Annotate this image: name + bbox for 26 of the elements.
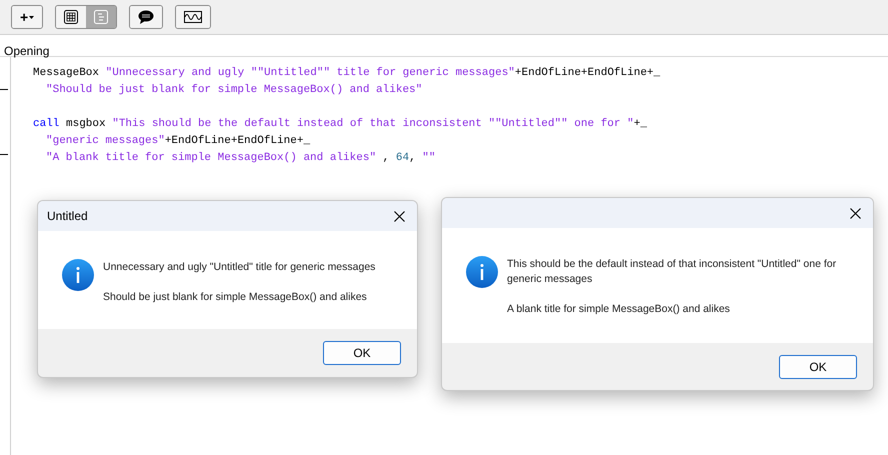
caret-icon bbox=[29, 16, 34, 18]
dialog-message: This should be the default instead of that inconsistent "Untitled" one for generic messages bbox=[507, 257, 838, 287]
dialog-message: Should be just blank for simple MessageBox() and alikes bbox=[103, 290, 368, 305]
code-line: "Should be just blank for simple MessageBox() and alikes" bbox=[45, 83, 424, 98]
toolbar-button[interactable] bbox=[176, 6, 210, 28]
toolbar-button[interactable] bbox=[56, 6, 86, 28]
ok-button[interactable]: OK bbox=[323, 341, 401, 365]
waveform-icon bbox=[184, 11, 202, 23]
close-icon bbox=[850, 208, 860, 218]
dialog-title: Untitled bbox=[47, 208, 88, 225]
dialog-message: Unnecessary and ugly "Untitled" title for generic messages bbox=[103, 260, 376, 275]
code-line: "generic messages"+EndOfLine+EndOfLine+_ bbox=[45, 134, 312, 149]
outline-icon bbox=[94, 10, 108, 24]
code-line: MessageBox "Unnecessary and ugly ""Untitled"" title for generic messages"+EndOfLine+EndOfLine+_ bbox=[33, 66, 660, 81]
code-line: "A blank title for simple MessageBox() and alikes" , 64, "" bbox=[45, 151, 436, 166]
close-icon bbox=[394, 210, 404, 222]
dialog-message: A blank title for simple MessageBox() and alikes bbox=[507, 302, 731, 317]
grid-icon bbox=[64, 10, 78, 24]
code-line: call msgbox "This should be the default instead of that inconsistent ""Untitled"" one for "+_ bbox=[33, 117, 648, 132]
add-button[interactable]: + bbox=[12, 6, 42, 28]
toolbar-button[interactable] bbox=[130, 6, 162, 28]
section-label: Opening bbox=[4, 44, 50, 58]
ok-button[interactable]: OK bbox=[779, 354, 857, 378]
speech-bubble-icon bbox=[138, 10, 154, 24]
info-icon bbox=[62, 259, 94, 291]
info-icon bbox=[466, 256, 498, 288]
